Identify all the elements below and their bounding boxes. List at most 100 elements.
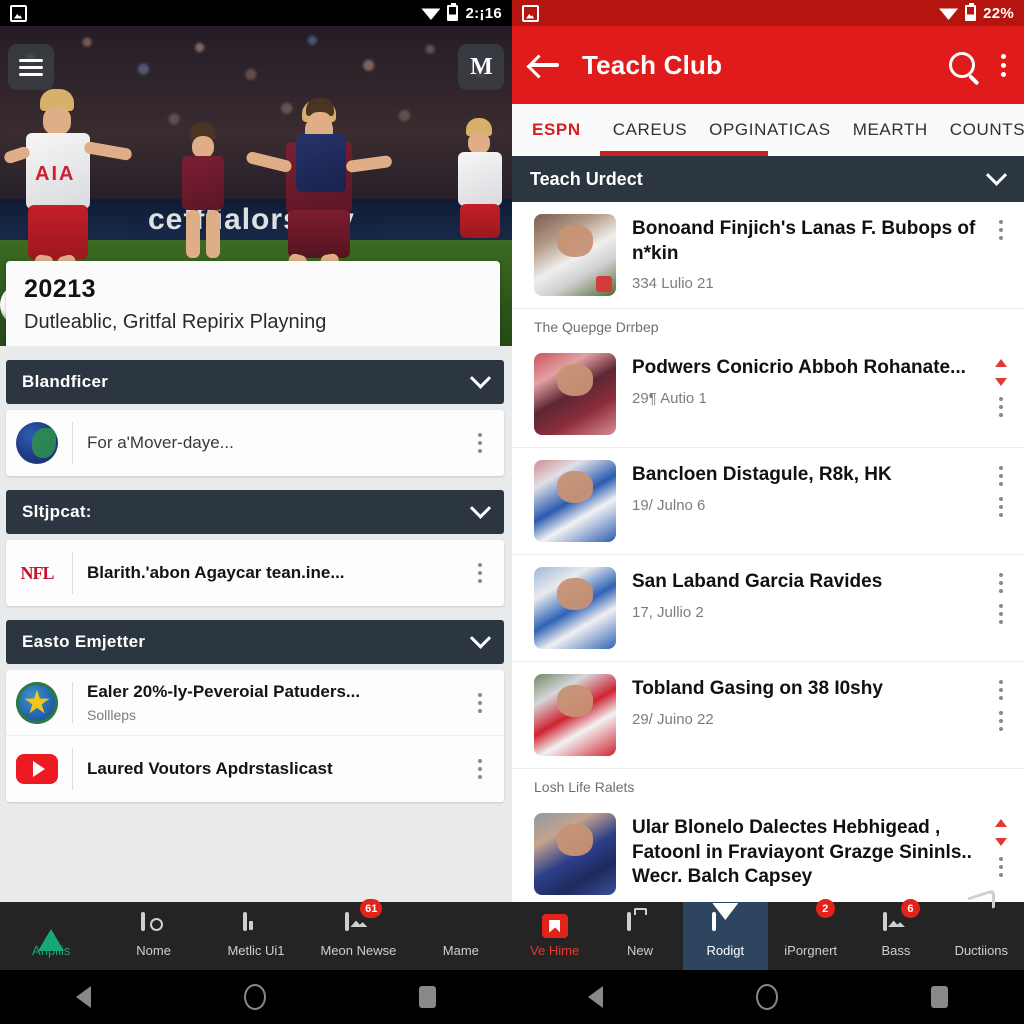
- list-item[interactable]: Laured Voutors Apdrstaslicast: [6, 736, 504, 802]
- arrow-down-icon[interactable]: [995, 378, 1007, 386]
- back-arrow-icon[interactable]: [530, 54, 560, 76]
- menu-button[interactable]: [8, 44, 54, 90]
- section-header-blandficer[interactable]: Blandficer: [6, 360, 504, 404]
- kebab-menu-icon[interactable]: [999, 220, 1003, 240]
- tab-mearth[interactable]: MEARTH: [853, 120, 950, 140]
- kebab-menu-icon[interactable]: [999, 466, 1003, 486]
- tab-espn[interactable]: ESPN: [532, 120, 613, 140]
- tab-iporgnert[interactable]: 2 iPorgnert: [768, 899, 853, 970]
- tab-anpilis[interactable]: Anpilis: [0, 902, 102, 970]
- left-android-nav-bar: [0, 970, 512, 1024]
- arrow-down-icon[interactable]: [995, 838, 1007, 846]
- nav-recents-icon[interactable]: [418, 986, 436, 1008]
- tab-label: iPorgnert: [784, 943, 838, 958]
- list-item[interactable]: Tobland Gasing on 38 I0shy 29/ Juino 22: [512, 662, 1024, 769]
- kebab-menu-icon-secondary[interactable]: [999, 711, 1003, 731]
- hero-caption-card[interactable]: 20213 Dutleablic, Gritfal Repirix Playni…: [6, 261, 500, 346]
- tab-label: Mame: [442, 943, 479, 958]
- battery-icon: [447, 3, 459, 21]
- tab-label: Rodigt: [706, 943, 745, 958]
- section-card-blandficer: For a'Mover-daye...: [6, 410, 504, 476]
- nav-recents-icon[interactable]: [930, 986, 948, 1008]
- hero-subtitle: Dutleablic, Gritfal Repirix Playning: [24, 311, 327, 333]
- flag-icon: [541, 914, 568, 938]
- app-bar: Teach Club: [512, 26, 1024, 104]
- list-item-title: For a'Mover-daye...: [87, 433, 234, 452]
- kebab-menu-icon-secondary[interactable]: [999, 604, 1003, 624]
- tab-nome[interactable]: Nome: [102, 902, 204, 970]
- kebab-menu-icon[interactable]: [470, 692, 490, 713]
- kebab-menu-icon-secondary[interactable]: [999, 497, 1003, 517]
- player-far-white: [452, 118, 508, 268]
- chevron-down-icon: [469, 497, 492, 519]
- battery-percent: 22%: [983, 4, 1014, 22]
- section-header-teach-urdect[interactable]: Teach Urdect: [512, 156, 1024, 202]
- list-item[interactable]: NFL Blarith.'abon Agaycar tean.ine...: [6, 540, 504, 606]
- thumbnail: [534, 353, 616, 435]
- nfl-logo-icon: NFL: [20, 562, 55, 583]
- kebab-menu-icon[interactable]: [999, 680, 1003, 700]
- divider: [72, 682, 73, 723]
- tab-label: Nome: [136, 943, 171, 958]
- tab-indicator: [600, 151, 768, 156]
- left-bottom-tab-bar: Anpilis Nome Metlic Ui1 61 Meon Newse Ma…: [0, 899, 512, 970]
- tab-rodigt[interactable]: Rodigt: [682, 902, 768, 970]
- player-navy: [290, 98, 352, 218]
- kebab-menu-icon[interactable]: [999, 573, 1003, 593]
- kebab-menu-icon[interactable]: [999, 857, 1003, 877]
- list-item[interactable]: Ular Blonelo Dalectes Hebhigead , Fatoon…: [512, 801, 1024, 907]
- tab-bass[interactable]: 6 Bass: [853, 899, 938, 970]
- tab-careus[interactable]: CAREUS: [613, 120, 709, 140]
- hero-image: cefflialors viv AIA M 20213 Dutleablic, …: [0, 26, 512, 346]
- chevron-down-icon: [469, 367, 492, 389]
- camera-icon: [140, 912, 167, 938]
- nav-home-icon[interactable]: [243, 984, 266, 1010]
- photo-icon: [10, 4, 27, 22]
- nav-back-icon[interactable]: [76, 986, 92, 1008]
- wifi-icon: [939, 8, 959, 20]
- nav-home-icon[interactable]: [755, 984, 778, 1010]
- image-card-icon: [882, 912, 909, 938]
- kebab-menu-icon[interactable]: [999, 397, 1003, 417]
- list-item-title: Ealer 20%-ly-Peveroial Patuders...: [87, 682, 361, 701]
- kebab-menu-icon[interactable]: [470, 759, 490, 779]
- thumbnail: [534, 460, 616, 542]
- tab-ductiions[interactable]: Ductiions: [939, 902, 1024, 970]
- brand-logo-button[interactable]: M: [458, 44, 504, 90]
- nav-back-icon[interactable]: [588, 986, 604, 1008]
- list-item-title: Podwers Conicrio Abboh Rohanate...: [632, 357, 966, 378]
- section-card-sltjpcat: NFL Blarith.'abon Agaycar tean.ine...: [6, 540, 504, 606]
- tab-meon-newse[interactable]: 61 Meon Newse: [307, 899, 409, 970]
- list-item[interactable]: For a'Mover-daye...: [6, 410, 504, 476]
- list-item[interactable]: Podwers Conicrio Abboh Rohanate... 29¶ A…: [512, 341, 1024, 448]
- list-item[interactable]: Bancloen Distagule, R8k, HK 19/ Julno 6: [512, 448, 1024, 555]
- list-item-subtitle: 19/ Julno 6: [632, 496, 706, 514]
- tab-opginaticas[interactable]: OPGINATICAS: [709, 120, 853, 140]
- tab-metlic-ui[interactable]: Metlic Ui1: [205, 902, 307, 970]
- section-card-easto-emjetter: Ealer 20%-ly-Peveroial Patuders... Solll…: [6, 670, 504, 802]
- list-item[interactable]: Ealer 20%-ly-Peveroial Patuders... Solll…: [6, 670, 504, 736]
- arrow-up-icon[interactable]: [995, 359, 1007, 367]
- list-item[interactable]: San Laband Garcia Ravides 17, Jullio 2: [512, 555, 1024, 662]
- tab-strip: ESPN CAREUS OPGINATICAS MEARTH COUNTS: [512, 104, 1024, 156]
- tab-ve-hime[interactable]: Ve Hime: [512, 902, 597, 970]
- chevron-down-icon: [469, 627, 492, 649]
- tab-counts[interactable]: COUNTS: [950, 120, 1024, 140]
- arrow-up-icon[interactable]: [995, 819, 1007, 827]
- kebab-menu-icon[interactable]: [470, 563, 490, 583]
- section-header-easto-emjetter[interactable]: Easto Emjetter: [6, 620, 504, 664]
- search-icon[interactable]: [949, 52, 975, 78]
- kebab-menu-icon[interactable]: [470, 433, 490, 453]
- tab-new[interactable]: New: [597, 902, 682, 970]
- section-header-sltjpcat[interactable]: Sltjpcat:: [6, 490, 504, 534]
- arrow-up-icon: [38, 914, 65, 951]
- page-title: Teach Club: [582, 49, 723, 80]
- overflow-menu-icon[interactable]: [1001, 53, 1006, 77]
- tab-label: Metlic Ui1: [227, 943, 285, 958]
- left-phone-panel: 2:¡16 cefflialors viv AIA M 20213 Dutlea…: [0, 0, 512, 1024]
- device-icon: [243, 912, 269, 938]
- tab-label: Bass: [881, 943, 911, 958]
- tab-mame[interactable]: Mame: [410, 902, 512, 970]
- list-item[interactable]: Bonoand Finjich's Lanas F. Bubops of n*k…: [512, 202, 1024, 309]
- star-badge-icon: [16, 681, 58, 724]
